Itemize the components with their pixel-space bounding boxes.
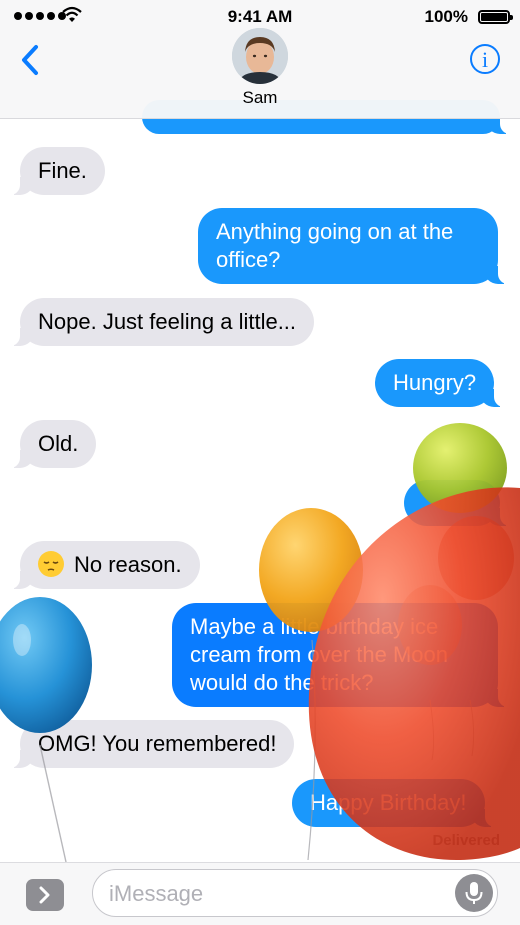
microphone-button[interactable] [455, 874, 493, 912]
message-bubble-incoming[interactable]: OMG! You remembered! [9, 720, 295, 768]
message-text-line: Maybe a little birthday ice [190, 614, 439, 639]
microphone-icon [465, 882, 483, 904]
message-text-line: office? [216, 247, 281, 272]
message-composer: iMessage [0, 862, 520, 925]
apps-button[interactable] [26, 879, 64, 911]
message-input[interactable]: iMessage [92, 869, 498, 917]
message-text: Happy Birthday! [310, 790, 467, 815]
contact-name[interactable]: Sam [0, 88, 520, 108]
status-bar: 9:41 AM 100% [0, 0, 520, 34]
message-bubble-outgoing[interactable]: Hungry? [375, 359, 505, 407]
pensive-face-icon [38, 551, 64, 577]
back-button[interactable] [14, 40, 50, 80]
message-bubble-incoming[interactable]: Fine. [10, 147, 105, 195]
avatar[interactable] [232, 28, 288, 84]
info-icon: i [481, 47, 489, 72]
message-text-line: cream from over the Moon [190, 642, 448, 667]
message-input-placeholder: iMessage [109, 881, 204, 906]
info-button[interactable]: i [470, 44, 500, 74]
message-text: Fine. [38, 158, 87, 183]
message-bubble-incoming[interactable]: Nope. Just feeling a little... [9, 298, 315, 346]
message-bubble-outgoing[interactable]: Maybe a little birthday ice cream from o… [172, 603, 508, 707]
message-text: Hungry? [393, 370, 477, 395]
battery-percent: 100% [424, 7, 468, 26]
message-text: Nope. Just feeling a little... [38, 309, 297, 334]
message-text: OMG! You remembered! [38, 731, 277, 756]
message-bubble-outgoing[interactable]: Anything going on at the office? [198, 208, 508, 284]
message-bubble-incoming[interactable]: Old. [9, 420, 97, 468]
message-text-line: Anything going on at the [216, 219, 454, 244]
chevron-left-icon [22, 45, 38, 75]
message-text: Old. [38, 431, 79, 456]
battery-icon [478, 10, 513, 24]
chevron-right-icon [39, 886, 50, 904]
message-text: No reason. [74, 552, 182, 577]
message-bubble-incoming[interactable]: No reason. [10, 541, 200, 589]
message-bubble-outgoing[interactable] [404, 480, 510, 526]
conversation[interactable]: Fine. Anything going on at the office? N… [0, 0, 520, 862]
message-bubble-outgoing[interactable]: Happy Birthday! [292, 779, 495, 827]
message-text-line: would do the trick? [190, 670, 374, 695]
delivered-status: Delivered [432, 832, 500, 849]
